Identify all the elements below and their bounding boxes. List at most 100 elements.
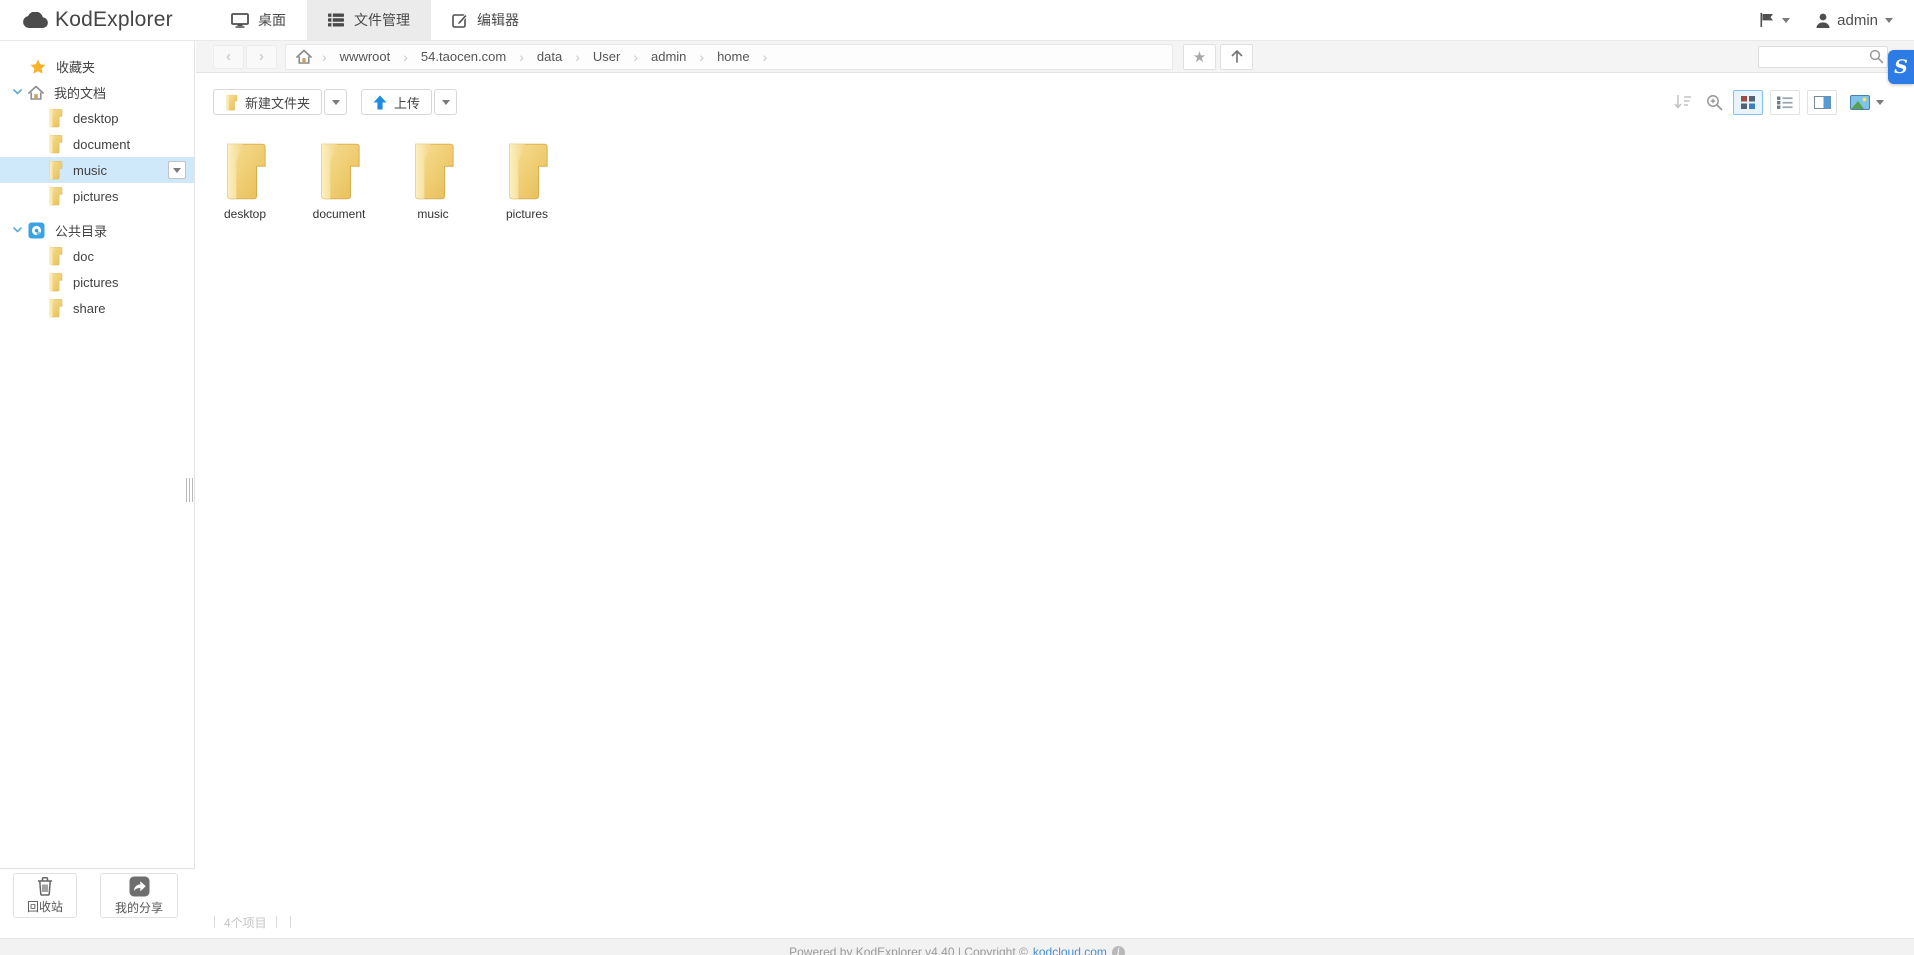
- tab-desktop[interactable]: 桌面: [210, 0, 307, 40]
- chevron-expand-icon: [13, 89, 22, 95]
- sidebar-folder-item[interactable]: share: [0, 295, 194, 321]
- breadcrumb-segment[interactable]: 54.taocen.com: [408, 49, 519, 64]
- status-separator: [290, 916, 291, 928]
- theme-icon: [1850, 95, 1870, 110]
- my-share-label: 我的分享: [115, 899, 163, 916]
- breadcrumb-segments: wwwroot › 54.taocen.com › data › User › …: [327, 45, 768, 69]
- tab-editor[interactable]: 编辑器: [431, 0, 540, 40]
- upload-label: 上传: [394, 93, 420, 112]
- upload-arrow-icon: [373, 95, 387, 110]
- sidebar-folder-item[interactable]: doc: [0, 243, 194, 269]
- breadcrumb-segment[interactable]: admin: [638, 49, 699, 64]
- recycle-bin-button[interactable]: 回收站: [13, 873, 77, 918]
- view-controls: [1671, 90, 1890, 115]
- language-menu[interactable]: [1746, 0, 1803, 40]
- chevron-expand-icon: [13, 227, 22, 233]
- view-detail-button[interactable]: [1807, 90, 1837, 115]
- home-icon[interactable]: [286, 45, 322, 69]
- theme-menu[interactable]: [1844, 95, 1890, 110]
- search-box: [1758, 46, 1888, 68]
- tab-label: 编辑器: [477, 10, 519, 30]
- file-toolbar: 新建文件夹 上传: [196, 74, 1914, 130]
- folder-tree: 收藏夹 我的文档 desktop document: [0, 41, 194, 321]
- sidebar-section-public[interactable]: 公共目录: [0, 217, 194, 243]
- monitor-icon: [231, 13, 249, 28]
- up-level-button[interactable]: [1220, 44, 1253, 70]
- recycle-label: 回收站: [27, 898, 63, 915]
- folder-icon: [222, 140, 268, 202]
- folder-icon: [48, 186, 63, 206]
- file-name: document: [313, 207, 366, 221]
- file-item-folder[interactable]: pictures: [480, 138, 574, 221]
- folder-name: document: [73, 137, 130, 152]
- sort-icon[interactable]: [1671, 90, 1695, 114]
- my-share-button[interactable]: 我的分享: [100, 873, 178, 918]
- new-folder-dropdown[interactable]: [324, 89, 347, 115]
- tab-label: 桌面: [258, 10, 286, 30]
- sidebar-folder-item[interactable]: pictures: [0, 269, 194, 295]
- folder-icon: [410, 140, 456, 202]
- folder-icon: [48, 134, 63, 154]
- sidebar-bottom-panel: 回收站 我的分享: [0, 868, 195, 938]
- top-right-menu: admin: [1746, 0, 1906, 40]
- sidebar-folder-item[interactable]: pictures: [0, 183, 194, 209]
- main-tabs: 桌面 文件管理 编辑器: [210, 0, 540, 40]
- back-button[interactable]: ‹: [213, 45, 244, 69]
- file-item-folder[interactable]: desktop: [198, 138, 292, 221]
- sidebar: 收藏夹 我的文档 desktop document: [0, 41, 195, 938]
- sidebar-item-favorites[interactable]: 收藏夹: [0, 53, 194, 79]
- folder-name: music: [73, 163, 107, 178]
- breadcrumb-segment[interactable]: wwwroot: [327, 49, 404, 64]
- file-item-folder[interactable]: music: [386, 138, 480, 221]
- trash-icon: [36, 876, 54, 896]
- sidebar-section-my-documents[interactable]: 我的文档: [0, 79, 194, 105]
- folder-icon: [48, 108, 63, 128]
- share-icon: [129, 876, 150, 897]
- address-bar: ‹ › › wwwroot › 54.taocen.com › data › U…: [196, 41, 1914, 73]
- sidebar-folder-item[interactable]: desktop: [0, 105, 194, 131]
- star-icon: [30, 59, 46, 74]
- edit-icon: [452, 13, 468, 28]
- item-count: 4个项目: [224, 914, 267, 931]
- favorite-button[interactable]: ★: [1183, 44, 1216, 70]
- forward-button[interactable]: ›: [246, 45, 277, 69]
- chevron-down-icon: [1782, 18, 1790, 23]
- folder-icon: [48, 246, 63, 266]
- username: admin: [1837, 12, 1878, 29]
- item-dropdown-button[interactable]: [168, 161, 186, 179]
- app-logo[interactable]: KodExplorer: [22, 0, 173, 40]
- folder-icon: [504, 140, 550, 202]
- upload-dropdown[interactable]: [434, 89, 457, 115]
- public-children: doc pictures share: [0, 243, 194, 321]
- file-item-folder[interactable]: document: [292, 138, 386, 221]
- status-separator: [214, 916, 215, 928]
- status-separator: [276, 916, 277, 928]
- search-icon[interactable]: [1869, 49, 1884, 64]
- user-menu[interactable]: admin: [1803, 0, 1906, 40]
- browser-extension-badge[interactable]: S: [1888, 50, 1914, 84]
- folder-name: doc: [73, 249, 94, 264]
- footer: Powered by KodExplorer v4.40 | Copyright…: [0, 938, 1914, 955]
- tab-label: 文件管理: [354, 10, 410, 30]
- breadcrumb-segment[interactable]: data: [524, 49, 575, 64]
- sidebar-folder-item[interactable]: document: [0, 131, 194, 157]
- breadcrumb-segment[interactable]: home: [704, 49, 763, 64]
- folder-name: share: [73, 301, 106, 316]
- breadcrumb-segment[interactable]: User: [580, 49, 633, 64]
- view-grid-button[interactable]: [1733, 90, 1763, 115]
- breadcrumb: › wwwroot › 54.taocen.com › data › User …: [285, 44, 1173, 70]
- upload-button[interactable]: 上传: [361, 89, 432, 115]
- chevron-down-icon: [1885, 18, 1893, 23]
- home-icon: [28, 85, 44, 100]
- file-name: pictures: [506, 207, 548, 221]
- sidebar-resize-handle[interactable]: [186, 478, 193, 502]
- sidebar-folder-item[interactable]: music: [0, 157, 194, 183]
- section-label: 我的文档: [54, 83, 106, 102]
- tab-file-manager[interactable]: 文件管理: [307, 0, 431, 40]
- zoom-icon[interactable]: [1702, 90, 1726, 114]
- my-documents-children: desktop document music pictur: [0, 105, 194, 209]
- flag-icon: [1759, 12, 1775, 28]
- new-folder-button[interactable]: 新建文件夹: [213, 89, 322, 115]
- file-name: desktop: [224, 207, 266, 221]
- view-list-button[interactable]: [1770, 90, 1800, 115]
